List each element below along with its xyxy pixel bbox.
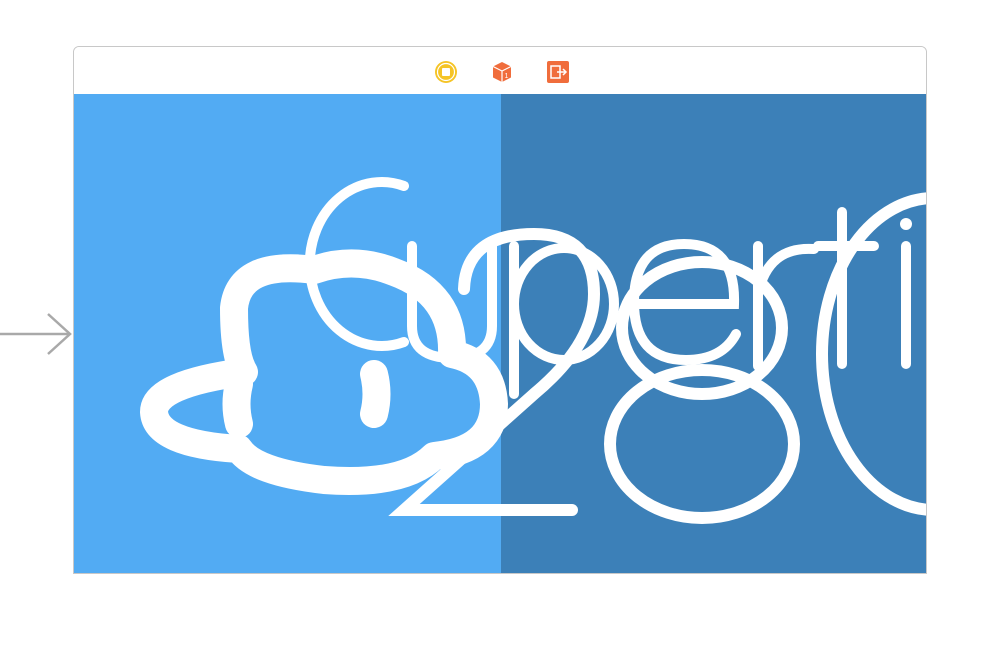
first-responder-icon[interactable]: 1 xyxy=(490,60,514,84)
svg-text:1: 1 xyxy=(505,73,509,80)
view-controller-icon[interactable] xyxy=(434,60,458,84)
view-controller-scene[interactable]: 1 xyxy=(73,46,927,574)
storyboard-canvas: 1 xyxy=(0,0,1002,646)
cloud-logo xyxy=(140,249,508,495)
initial-entry-arrow-icon[interactable] xyxy=(0,312,74,356)
exit-icon[interactable] xyxy=(546,60,570,84)
background-artwork xyxy=(140,177,926,524)
scene-dock: 1 xyxy=(74,47,926,95)
main-view xyxy=(74,94,926,573)
